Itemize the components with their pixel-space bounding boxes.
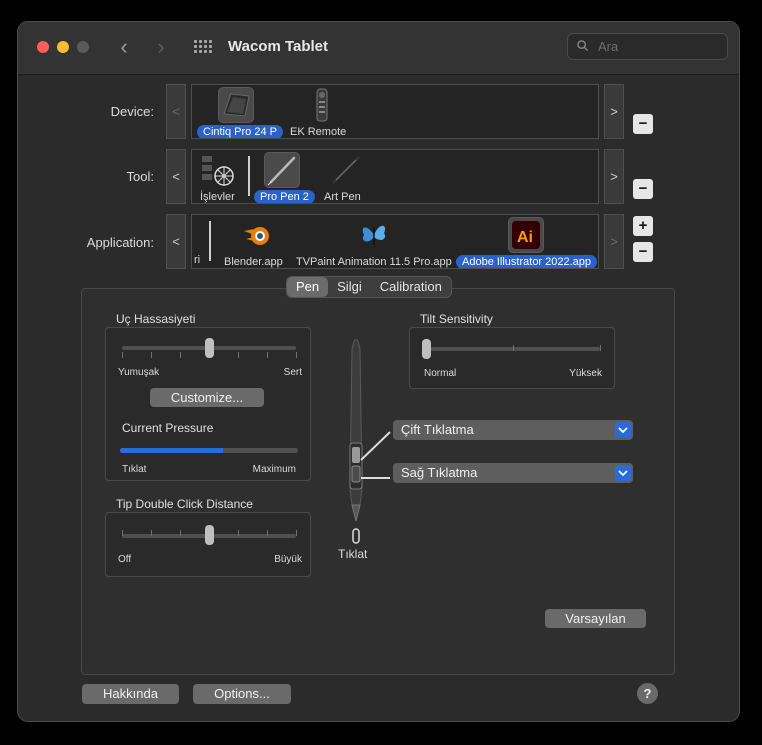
application-next-button[interactable]: >: [604, 214, 624, 269]
ek-remote-icon: [304, 87, 340, 123]
application-item-illustrator[interactable]: Ai Adobe Illustrator 2022.app: [456, 215, 598, 268]
current-pressure-fill: [120, 448, 224, 453]
blender-icon: [240, 217, 276, 253]
tab-bar: Pen Silgi Calibration: [286, 276, 452, 298]
device-prev-button[interactable]: <: [166, 84, 186, 139]
tip-feel-max-label: Sert: [283, 367, 302, 378]
application-item-blender[interactable]: Blender.app: [218, 215, 300, 268]
tool-item-functions[interactable]: İşlevler: [192, 150, 242, 203]
tool-item-pro-pen-2[interactable]: Pro Pen 2: [254, 150, 315, 203]
device-strip: Cintiq Pro 24 P EK Remote: [191, 84, 599, 139]
cintiq-tablet-icon: [218, 87, 254, 123]
double-click-distance-title: Tip Double Click Distance: [116, 497, 253, 511]
current-pressure-title: Current Pressure: [122, 421, 214, 435]
about-button[interactable]: Hakkında: [82, 684, 179, 704]
tip-feel-group: Yumuşak Sert Customize... Current Pressu…: [105, 327, 311, 481]
search-field[interactable]: [567, 33, 728, 60]
tool-remove-button[interactable]: −: [633, 179, 653, 199]
tool-prev-button[interactable]: <: [166, 149, 186, 204]
pro-pen-icon: [264, 152, 300, 188]
pressure-max-label: Maximum: [252, 464, 296, 475]
device-remove-button[interactable]: −: [633, 114, 653, 134]
chevron-down-icon: [615, 422, 631, 438]
back-chevron-icon[interactable]: ‹: [114, 36, 134, 58]
svg-text:Ai: Ai: [517, 229, 533, 246]
application-item-tvpaint[interactable]: TVPaint Animation 11.5 Pro.app: [290, 215, 454, 268]
art-pen-icon: [328, 152, 364, 188]
upper-side-switch-value: Çift Tıklatma: [401, 422, 474, 437]
device-item-label: Cintiq Pro 24 P: [197, 125, 283, 138]
device-item-ek-remote[interactable]: EK Remote: [284, 85, 354, 138]
tilt-sensitivity-group: Normal Yüksek: [409, 327, 615, 389]
device-label: Device:: [110, 104, 154, 119]
wacom-tablet-window: ‹ › Wacom Tablet Device: < Cintiq Pro 24…: [17, 21, 740, 722]
application-remove-button[interactable]: −: [633, 242, 653, 262]
lower-side-switch-value: Sağ Tıklatma: [401, 465, 478, 480]
current-pressure-bar: [120, 448, 298, 453]
tab-eraser[interactable]: Silgi: [328, 277, 371, 297]
tab-calibration[interactable]: Calibration: [371, 277, 451, 297]
zoom-window-button[interactable]: [77, 41, 89, 53]
application-add-button[interactable]: +: [633, 216, 653, 236]
options-button[interactable]: Options...: [193, 684, 291, 704]
tool-item-art-pen[interactable]: Art Pen: [318, 150, 374, 203]
tool-strip: İşlevler Pro Pen 2 Art Pen: [191, 149, 599, 204]
search-input[interactable]: [598, 38, 718, 55]
tool-next-button[interactable]: >: [604, 149, 624, 204]
application-item-label: TVPaint Animation 11.5 Pro.app: [296, 256, 452, 268]
tool-item-label: Pro Pen 2: [254, 190, 315, 203]
pressure-min-label: Tıklat: [122, 464, 147, 475]
tilt-max-label: Yüksek: [569, 368, 602, 379]
show-all-grid-icon[interactable]: [194, 40, 212, 54]
application-item-label: Adobe Illustrator 2022.app: [456, 255, 598, 268]
tilt-sensitivity-title: Tilt Sensitivity: [420, 312, 493, 326]
double-click-max-label: Büyük: [274, 554, 302, 565]
separator-line: [248, 156, 250, 196]
upper-side-switch-select[interactable]: Çift Tıklatma: [393, 420, 633, 440]
device-item-label: EK Remote: [290, 126, 347, 138]
forward-chevron-icon[interactable]: ›: [151, 36, 171, 58]
illustrator-icon: Ai: [508, 217, 544, 253]
tool-item-label: Art Pen: [324, 191, 361, 203]
window-title: Wacom Tablet: [228, 38, 329, 55]
close-window-button[interactable]: [37, 41, 49, 53]
application-strip: ri Blender.app TVPaint Animation 11.5 Pr…: [191, 214, 599, 269]
double-click-slider-knob[interactable]: [205, 525, 214, 545]
double-click-min-label: Off: [118, 554, 132, 565]
separator-line: [209, 221, 211, 261]
title-bar: ‹ › Wacom Tablet: [18, 22, 739, 75]
search-icon: [577, 40, 588, 51]
tip-feel-min-label: Yumuşak: [118, 367, 160, 378]
device-item-cintiq[interactable]: Cintiq Pro 24 P: [195, 85, 283, 138]
chevron-down-icon: [615, 465, 631, 481]
application-item-label: Blender.app: [224, 256, 283, 268]
tvpaint-butterfly-icon: [356, 217, 392, 253]
customize-button[interactable]: Customize...: [150, 388, 264, 407]
device-next-button[interactable]: >: [604, 84, 624, 139]
tilt-slider-knob[interactable]: [422, 339, 431, 359]
express-keys-icon: [200, 152, 236, 188]
application-prev-button[interactable]: <: [166, 214, 186, 269]
help-button[interactable]: ?: [637, 683, 658, 704]
application-item-truncated-label: ri: [194, 254, 201, 266]
pen-tip-label: Tıklat: [338, 547, 368, 561]
tip-feel-slider-knob[interactable]: [205, 338, 214, 358]
double-click-distance-group: Off Büyük: [105, 512, 311, 577]
tool-label: Tool:: [126, 169, 154, 184]
default-button[interactable]: Varsayılan: [545, 609, 646, 628]
application-label: Application:: [86, 235, 154, 250]
tip-feel-title: Uç Hassasiyeti: [116, 312, 196, 326]
settings-panel: Uç Hassasiyeti Yumuşak Sert Customize...…: [81, 288, 675, 675]
tool-item-label: İşlevler: [200, 191, 235, 203]
minimize-window-button[interactable]: [57, 41, 69, 53]
lower-side-switch-select[interactable]: Sağ Tıklatma: [393, 463, 633, 483]
tab-pen[interactable]: Pen: [287, 277, 329, 297]
pen-callout-lines: [360, 431, 391, 479]
tilt-min-label: Normal: [424, 368, 457, 379]
